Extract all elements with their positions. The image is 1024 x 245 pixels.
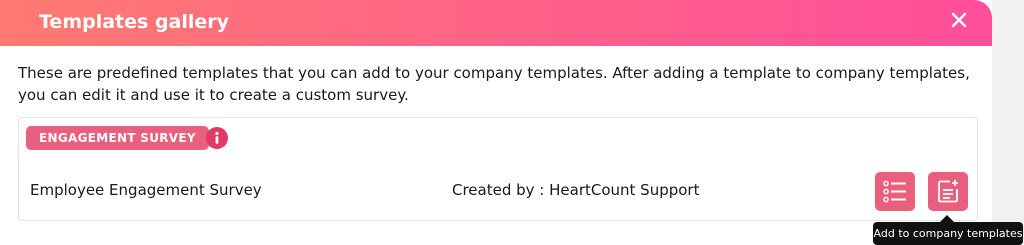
- template-name: Employee Engagement Survey: [30, 181, 262, 199]
- close-icon[interactable]: [948, 9, 970, 31]
- add-document-icon: [938, 180, 958, 203]
- modal-header: Templates gallery: [0, 0, 992, 46]
- info-icon[interactable]: [206, 127, 228, 149]
- list-icon: [883, 180, 906, 203]
- tooltip-arrow: [940, 215, 954, 222]
- add-to-company-templates-button[interactable]: [928, 172, 968, 211]
- template-card: ENGAGEMENT SURVEY Employee Engagement Su…: [18, 117, 978, 221]
- category-badge: ENGAGEMENT SURVEY: [26, 126, 209, 150]
- template-author: Created by : HeartCount Support: [452, 181, 700, 199]
- view-questions-button[interactable]: [875, 172, 915, 211]
- templates-gallery-modal: Templates gallery These are predefined t…: [0, 0, 992, 245]
- add-to-company-templates-tooltip: Add to company templates: [873, 222, 1023, 245]
- modal-title: Templates gallery: [39, 11, 230, 33]
- gallery-description: These are predefined templates that you …: [18, 64, 970, 104]
